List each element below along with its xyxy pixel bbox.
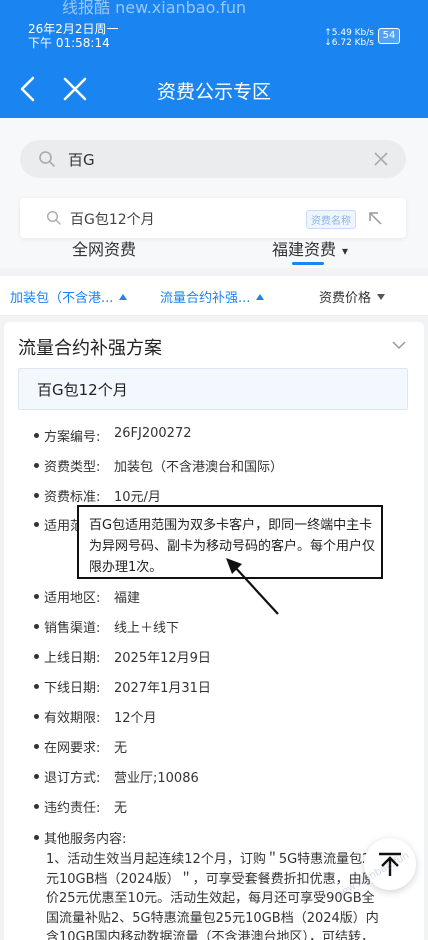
triangle-up-icon bbox=[256, 294, 265, 300]
bullet-icon bbox=[34, 594, 39, 599]
tab-local[interactable]: 福建资费 ▾ bbox=[272, 236, 348, 260]
detail-label: 方案编号: bbox=[44, 430, 101, 445]
filter-bar: 加装包（不含港... 流量合约补强... 资费价格 bbox=[0, 276, 428, 316]
section-title: 流量合约补强方案 bbox=[18, 338, 162, 359]
detail-value: 26FJ200272 bbox=[114, 426, 192, 441]
status-datetime: 26年2月2日周一 下午 01:58:14 bbox=[28, 22, 119, 50]
detail-label: 下线日期: bbox=[44, 681, 101, 696]
search-icon bbox=[39, 151, 55, 167]
detail-value: 2027年1月31日 bbox=[114, 681, 211, 696]
tab-national[interactable]: 全网资费 bbox=[72, 236, 136, 260]
filter-category-label: 流量合约补强... bbox=[160, 291, 251, 306]
detail-label: 销售渠道: bbox=[44, 621, 101, 636]
detail-label: 退订方式: bbox=[44, 771, 101, 786]
plan-header[interactable]: 百G包12个月 bbox=[18, 368, 408, 410]
detail-row-channel: 销售渠道: 线上＋线下 bbox=[34, 617, 414, 637]
status-date: 26年2月2日周一 bbox=[28, 22, 119, 36]
tab-local-label: 福建资费 bbox=[272, 240, 337, 259]
clear-icon[interactable] bbox=[372, 150, 390, 168]
bullet-icon bbox=[34, 433, 39, 438]
detail-row-unsubscribe: 退订方式: 营业厅;10086 bbox=[34, 767, 414, 787]
triangle-down-icon bbox=[377, 294, 386, 300]
bullet-icon bbox=[34, 624, 39, 629]
detail-value: 无 bbox=[114, 801, 128, 816]
detail-value: 加装包（不含港澳台和国际） bbox=[114, 460, 284, 475]
detail-row-other: 其他服务内容: bbox=[34, 828, 414, 848]
detail-row-price: 资费标准: 10元/月 bbox=[34, 486, 414, 506]
search-input[interactable]: 百G bbox=[20, 140, 406, 178]
detail-value: 2025年12月9日 bbox=[114, 651, 211, 666]
detail-value: 线上＋线下 bbox=[114, 621, 180, 636]
bullet-icon bbox=[34, 804, 39, 809]
status-time: 下午 01:58:14 bbox=[28, 36, 110, 50]
detail-label: 适用地区: bbox=[44, 591, 101, 606]
bullet-icon bbox=[34, 714, 39, 719]
chevron-down-icon: ▾ bbox=[342, 244, 349, 258]
detail-value: 无 bbox=[114, 741, 128, 756]
active-tab-underline bbox=[292, 262, 324, 265]
detail-label: 资费类型: bbox=[44, 460, 101, 475]
triangle-up-icon bbox=[119, 294, 128, 300]
region-tabs: 全网资费 福建资费 ▾ bbox=[0, 236, 428, 268]
detail-label: 违约责任: bbox=[44, 801, 101, 816]
detail-label: 其他服务内容: bbox=[44, 832, 127, 847]
detail-value: 12个月 bbox=[114, 711, 157, 726]
detail-row-penalty: 违约责任: 无 bbox=[34, 797, 414, 817]
net-down: ↓6.72 Kb/s bbox=[324, 38, 374, 48]
filter-category[interactable]: 流量合约补强... bbox=[160, 287, 265, 306]
net-up: ↑5.49 Kb/s bbox=[324, 28, 374, 38]
detail-row-online: 上线日期: 2025年12月9日 bbox=[34, 647, 414, 667]
detail-value: 10元/月 bbox=[114, 490, 161, 505]
detail-label: 在网要求: bbox=[44, 741, 101, 756]
plan-card: 流量合约补强方案 百G包12个月 方案编号: 26FJ200272 资费类型: 加装… bbox=[4, 322, 424, 940]
detail-row-type: 资费类型: 加装包（不含港澳台和国际） bbox=[34, 456, 414, 476]
plan-name: 百G包12个月 bbox=[37, 381, 128, 399]
filter-price-label: 资费价格 bbox=[319, 291, 372, 306]
bullet-icon bbox=[34, 493, 39, 498]
bullet-icon bbox=[34, 774, 39, 779]
search-icon bbox=[46, 210, 61, 225]
detail-row-code: 方案编号: 26FJ200272 bbox=[34, 426, 414, 446]
status-bar: 线报酷 new.xianbao.fun 26年2月2日周一 下午 01:58:1… bbox=[0, 0, 428, 62]
bullet-icon bbox=[34, 744, 39, 749]
detail-label: 资费标准: bbox=[44, 490, 101, 505]
detail-row-offline: 下线日期: 2027年1月31日 bbox=[34, 677, 414, 697]
bullet-icon bbox=[34, 654, 39, 659]
arrow-up-left-icon[interactable] bbox=[366, 209, 384, 227]
detail-row-validity: 有效期限: 12个月 bbox=[34, 707, 414, 727]
suggestion-tag: 资费名称 bbox=[306, 210, 356, 229]
bullet-icon bbox=[34, 522, 39, 527]
filter-package-type[interactable]: 加装包（不含港... bbox=[10, 287, 128, 306]
bullet-icon bbox=[34, 835, 39, 840]
detail-label: 有效期限: bbox=[44, 711, 101, 726]
network-speed: ↑5.49 Kb/s ↓6.72 Kb/s bbox=[324, 28, 374, 48]
detail-value: 营业厅;10086 bbox=[114, 771, 199, 786]
detail-value: 福建 bbox=[114, 591, 141, 606]
battery-indicator: 54 bbox=[378, 28, 400, 44]
detail-row-tenure: 在网要求: 无 bbox=[34, 737, 414, 757]
nav-bar: 资费公示专区 bbox=[0, 62, 428, 118]
annotation-arrow-icon bbox=[226, 558, 279, 615]
search-suggestion[interactable]: 百G包12个月 资费名称 bbox=[20, 198, 406, 238]
watermark-text: 线报酷 new.xianbao.fun bbox=[62, 0, 247, 17]
chevron-down-icon[interactable] bbox=[392, 340, 406, 350]
search-value[interactable]: 百G bbox=[68, 149, 95, 170]
bullet-icon bbox=[34, 463, 39, 468]
suggestion-text[interactable]: 百G包12个月 bbox=[70, 209, 155, 229]
filter-package-type-label: 加装包（不含港... bbox=[10, 291, 114, 306]
other-services-text: 1、活动生效当月起连续12个月，订购＂5G特惠流量包25元10GB档（2024版… bbox=[46, 852, 379, 940]
detail-label: 上线日期: bbox=[44, 651, 101, 666]
bullet-icon bbox=[34, 684, 39, 689]
page-title: 资费公示专区 bbox=[156, 81, 271, 103]
filter-price[interactable]: 资费价格 bbox=[319, 287, 386, 306]
